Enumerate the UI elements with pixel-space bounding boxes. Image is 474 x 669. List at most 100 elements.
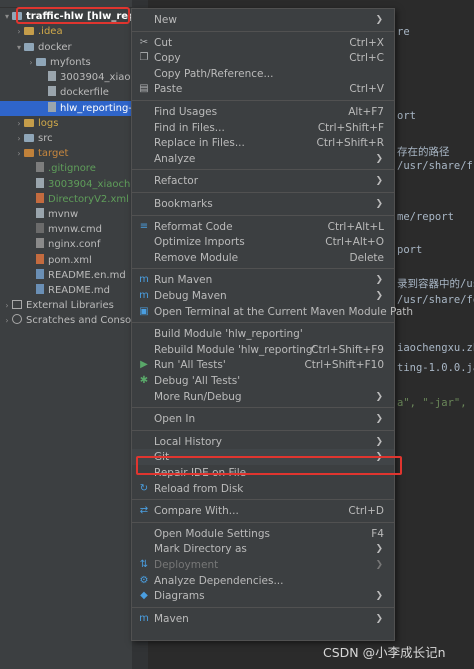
chevron-right-icon: ❯ <box>375 414 383 425</box>
tree-item-label: Scratches and Conso <box>26 315 132 326</box>
tree-item[interactable]: › myfonts <box>0 55 132 70</box>
menu-item-refactor[interactable]: Refactor ❯ <box>132 173 394 189</box>
menu-item-maven[interactable]: m Maven ❯ <box>132 611 394 627</box>
tree-item[interactable]: mvnw <box>0 207 132 222</box>
menu-item-label: Rebuild Module 'hlw_reporting' <box>154 343 316 356</box>
tree-item-label: hlw_reporting- <box>60 103 132 114</box>
menu-item-shortcut: Ctrl+Alt+L <box>327 220 384 233</box>
file-icon <box>48 86 56 96</box>
tree-item[interactable]: › logs <box>0 116 132 131</box>
tree-item-label: logs <box>38 118 59 129</box>
chevron-right-icon[interactable]: › <box>14 146 24 161</box>
chevron-right-icon[interactable]: › <box>26 55 36 70</box>
project-tree-panel[interactable]: ▾ traffic-hlw [hlw_repc › .idea ▾ docker › myfo… <box>0 0 132 669</box>
chevron-right-icon: ❯ <box>375 153 383 164</box>
tree-item[interactable]: DirectoryV2.xml <box>0 192 132 207</box>
menu-item-replace-in-files[interactable]: Replace in Files... Ctrl+Shift+R <box>132 135 394 151</box>
tree-item[interactable]: › External Libraries <box>0 298 132 313</box>
tree-item[interactable]: README.en.md <box>0 268 132 283</box>
menu-item-reformat-code[interactable]: ≡ Reformat Code Ctrl+Alt+L <box>132 219 394 235</box>
menu-item-shortcut: Ctrl+Shift+F10 <box>304 359 384 372</box>
menu-item-copy[interactable]: ❐ Copy Ctrl+C <box>132 50 394 66</box>
menu-item-reload-from-disk[interactable]: ↻ Reload from Disk <box>132 481 394 497</box>
menu-item-debug-maven[interactable]: m Debug Maven ❯ <box>132 288 394 304</box>
chevron-down-icon[interactable]: ▾ <box>14 40 24 55</box>
menu-item-copy-path-reference[interactable]: Copy Path/Reference... <box>132 66 394 82</box>
chevron-down-icon[interactable]: ▾ <box>2 9 12 24</box>
tree-item-label: mvnw.cmd <box>48 224 103 235</box>
file-icon <box>36 193 44 203</box>
folder-icon <box>24 149 34 157</box>
menu-item-label: Copy Path/Reference... <box>154 67 274 80</box>
menu-item-label: Copy <box>154 52 181 65</box>
menu-item-analyze-dependencies[interactable]: ⚙ Analyze Dependencies... <box>132 573 394 589</box>
menu-separator <box>132 499 394 501</box>
tree-item-label: 3003904_xiaoc <box>60 72 132 83</box>
menu-item-rebuild-module-hlw-reporting[interactable]: Rebuild Module 'hlw_reporting' Ctrl+Shift… <box>132 342 394 358</box>
menu-item-remove-module[interactable]: Remove Module Delete <box>132 250 394 266</box>
tree-item[interactable]: › target <box>0 146 132 161</box>
menu-item-open-module-settings[interactable]: Open Module Settings F4 <box>132 526 394 542</box>
menu-item-find-usages[interactable]: Find Usages Alt+F7 <box>132 104 394 120</box>
file-icon <box>48 102 56 112</box>
chevron-right-icon[interactable]: › <box>14 131 24 146</box>
tree-item[interactable]: mvnw.cmd <box>0 222 132 237</box>
menu-item-run-maven[interactable]: m Run Maven ❯ <box>132 272 394 288</box>
file-icon <box>36 162 44 172</box>
menu-separator <box>132 407 394 409</box>
menu-item-new[interactable]: New ❯ <box>132 12 394 28</box>
tree-item-label: mvnw <box>48 209 79 220</box>
menu-item-label: Analyze <box>154 152 196 165</box>
chevron-right-icon[interactable]: › <box>14 24 24 39</box>
menu-separator <box>132 521 394 523</box>
menu-item-shortcut: Ctrl+V <box>349 83 384 96</box>
menu-item-debug-all-tests[interactable]: ✱ Debug 'All Tests' <box>132 373 394 389</box>
menu-item-run-all-tests[interactable]: ▶ Run 'All Tests' Ctrl+Shift+F10 <box>132 357 394 373</box>
menu-item-shortcut: F4 <box>371 527 384 540</box>
tree-item[interactable]: nginx.conf <box>0 237 132 252</box>
folder-icon <box>24 27 34 35</box>
code-line: port <box>397 244 423 256</box>
menu-item-build-module-hlw-reporting[interactable]: Build Module 'hlw_reporting' <box>132 326 394 342</box>
menu-item-open-in[interactable]: Open In ❯ <box>132 411 394 427</box>
menu-item-label: Debug Maven <box>154 290 227 302</box>
menu-item-compare-with[interactable]: ⇄ Compare With... Ctrl+D <box>132 503 394 519</box>
scratch-icon <box>12 314 22 324</box>
menu-item-find-in-files[interactable]: Find in Files... Ctrl+Shift+F <box>132 120 394 136</box>
tree-item[interactable]: README.md <box>0 283 132 298</box>
menu-item-more-run-debug[interactable]: More Run/Debug ❯ <box>132 389 394 405</box>
menu-item-label: Build Module 'hlw_reporting' <box>154 328 303 341</box>
menu-item-optimize-imports[interactable]: Optimize Imports Ctrl+Alt+O <box>132 234 394 250</box>
chevron-right-icon[interactable]: › <box>2 313 12 328</box>
tree-item[interactable]: › Scratches and Conso <box>0 313 132 328</box>
tree-item[interactable]: 3003904_xiaoc <box>0 70 132 85</box>
tree-item[interactable]: pom.xml <box>0 253 132 268</box>
menu-item-bookmarks[interactable]: Bookmarks ❯ <box>132 196 394 212</box>
chevron-right-icon[interactable]: › <box>14 116 24 131</box>
tree-item[interactable]: ▾ docker <box>0 40 132 55</box>
menu-item-label: Replace in Files... <box>154 137 245 150</box>
menu-item-local-history[interactable]: Local History ❯ <box>132 434 394 450</box>
tree-item[interactable]: 3003904_xiaocher <box>0 177 132 192</box>
tree-item[interactable]: › src <box>0 131 132 146</box>
tree-item[interactable]: › .idea <box>0 24 132 39</box>
file-icon <box>36 284 44 294</box>
menu-item-label: New <box>154 14 177 26</box>
menu-separator <box>132 429 394 431</box>
menu-item-cut[interactable]: ✂ Cut Ctrl+X <box>132 35 394 51</box>
chevron-right-icon[interactable]: › <box>2 298 12 313</box>
menu-item-analyze[interactable]: Analyze ❯ <box>132 151 394 167</box>
menu-item-mark-directory-as[interactable]: Mark Directory as ❯ <box>132 541 394 557</box>
tree-item[interactable]: .gitignore <box>0 161 132 176</box>
tree-item-label: README.md <box>48 285 111 296</box>
tree-item[interactable]: hlw_reporting- <box>0 101 132 116</box>
context-menu[interactable]: New ❯ ✂ Cut Ctrl+X ❐ Copy Ctrl+C Copy Path/Refer… <box>131 8 413 641</box>
menu-item-open-terminal-at-the-current-maven-module-path[interactable]: ▣ Open Terminal at the Current Maven Modu… <box>132 304 413 320</box>
tree-item[interactable]: dockerfile <box>0 85 132 100</box>
menu-item-label: Find in Files... <box>154 121 225 134</box>
menu-item-diagrams[interactable]: ◆ Diagrams ❯ <box>132 588 394 604</box>
menu-item-paste[interactable]: ▤ Paste Ctrl+V <box>132 81 394 97</box>
dependencies-icon: ⚙ <box>139 574 149 586</box>
code-line: a", "-jar", " <box>397 397 474 409</box>
menu-item-shortcut: Ctrl+D <box>348 505 384 518</box>
